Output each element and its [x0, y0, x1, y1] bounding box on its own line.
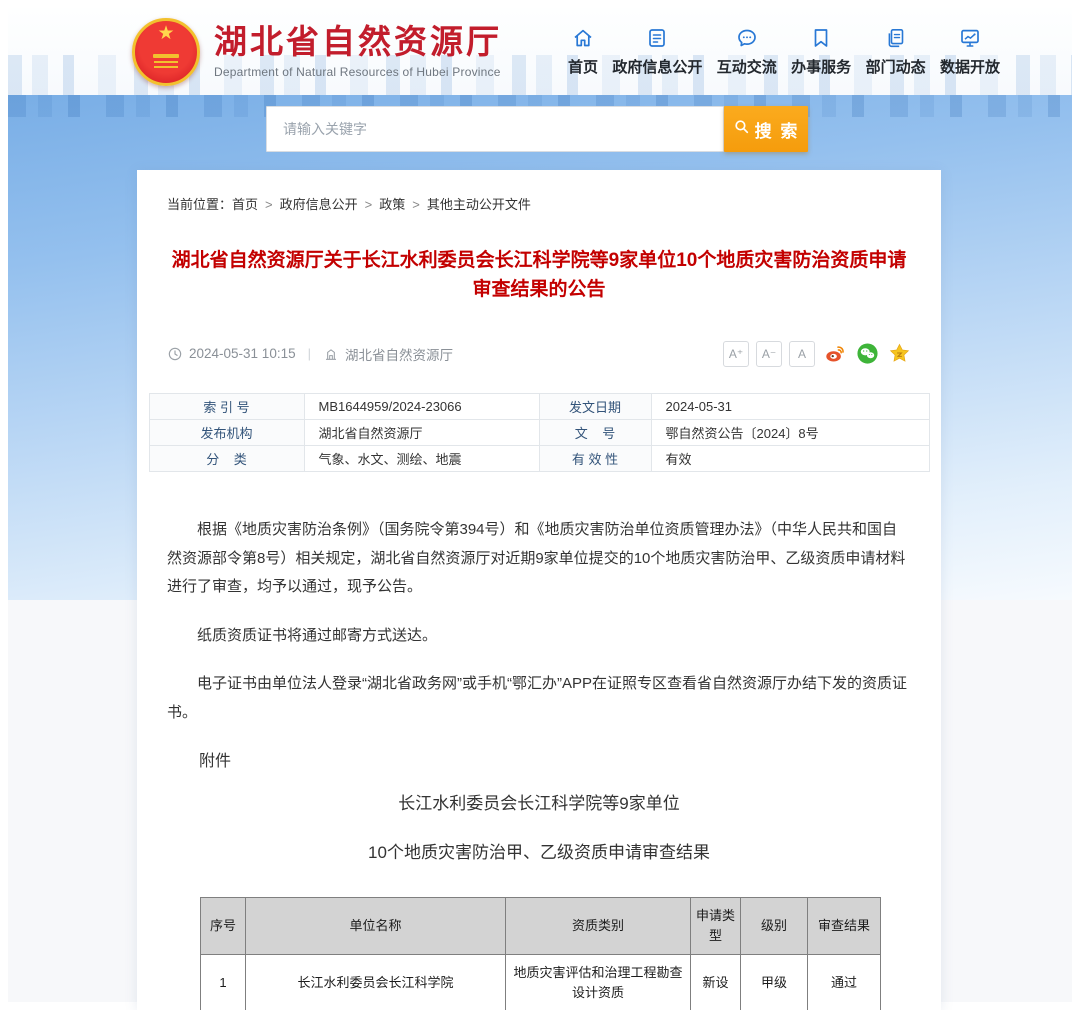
search-button[interactable]: 搜 索	[724, 106, 808, 152]
body-paragraph-2: 电子证书由单位法人登录“湖北省政务网”或手机“鄂汇办”APP在证照专区查看省自然…	[167, 670, 911, 727]
breadcrumb-link-0[interactable]: 首页	[232, 197, 258, 212]
attachment-title-line2: 10个地质灾害防治甲、乙级资质申请审查结果	[137, 838, 941, 863]
doc-info-label: 分 类	[149, 446, 304, 472]
article-meta: 2024-05-31 10:15 | 湖北省自然资源厅 A⁺ A⁻ A	[167, 340, 911, 367]
font-size-button-2[interactable]: A	[789, 341, 815, 367]
site-subtitle: Department of Natural Resources of Hubei…	[214, 65, 502, 79]
article-body: 根据《地质灾害防治条例》（国务院令第394号）和《地质灾害防治单位资质管理办法》…	[137, 472, 941, 727]
clock-icon	[167, 346, 183, 362]
doc-info-value: 鄂自然资公告〔2024〕8号	[651, 420, 929, 446]
results-table: 序号单位名称资质类别申请类型级别审查结果 1长江水利委员会长江科学院地质灾害评估…	[200, 897, 881, 1010]
main-nav: 首页政府信息公开互动交流办事服务部门动态数据开放	[568, 26, 1000, 77]
attachment-title-line1: 长江水利委员会长江科学院等9家单位	[137, 789, 941, 814]
doc-info-label: 发布机构	[149, 420, 304, 446]
nav-item-label: 数据开放	[940, 56, 1000, 77]
breadcrumb-prefix: 当前位置：	[167, 197, 232, 212]
pages-icon	[884, 26, 908, 50]
nav-item-5[interactable]: 数据开放	[940, 26, 1000, 77]
font-size-button-1[interactable]: A⁻	[756, 341, 782, 367]
doc-info-value: MB1644959/2024-23066	[304, 394, 539, 420]
breadcrumb-link-2[interactable]: 政策	[379, 197, 405, 212]
doc-info-label: 发文日期	[539, 394, 651, 420]
qzone-star-icon[interactable]	[888, 342, 911, 365]
results-header-cell: 审查结果	[808, 898, 881, 955]
page: { "header": { "site_title": "湖北省自然资源厅", …	[0, 0, 1080, 1010]
search-icon	[733, 118, 750, 140]
doc-info-value: 有效	[651, 446, 929, 472]
nav-item-1[interactable]: 政府信息公开	[612, 26, 702, 77]
breadcrumb-separator: >	[265, 197, 273, 212]
breadcrumb: 当前位置：首页 > 政府信息公开 > 政策 > 其他主动公开文件	[137, 170, 941, 213]
content-card: 当前位置：首页 > 政府信息公开 > 政策 > 其他主动公开文件 湖北省自然资源厅关于长江水…	[137, 170, 941, 1010]
nav-item-label: 部门动态	[866, 56, 926, 77]
breadcrumb-link-3[interactable]: 其他主动公开文件	[427, 197, 531, 212]
nav-item-label: 办事服务	[791, 56, 851, 77]
breadcrumb-link-1[interactable]: 政府信息公开	[280, 197, 358, 212]
doc-info-row: 发布机构湖北省自然资源厅文 号鄂自然资公告〔2024〕8号	[149, 420, 929, 446]
article-source: 湖北省自然资源厅	[345, 344, 453, 364]
national-emblem-logo[interactable]: ★	[132, 18, 200, 86]
data-screen-icon	[958, 26, 982, 50]
results-header-cell: 资质类别	[506, 898, 691, 955]
results-header-row: 序号单位名称资质类别申请类型级别审查结果	[201, 898, 881, 955]
results-header-cell: 序号	[201, 898, 246, 955]
results-cell: 长江水利委员会长江科学院	[246, 955, 506, 1010]
doc-info-row: 分 类气象、水文、测绘、地震有 效 性有效	[149, 446, 929, 472]
chat-icon	[735, 26, 759, 50]
nav-item-3[interactable]: 办事服务	[791, 26, 851, 77]
body-paragraph-1: 纸质资质证书将通过邮寄方式送达。	[167, 622, 911, 651]
nav-item-2[interactable]: 互动交流	[717, 26, 777, 77]
bookmark-icon	[809, 26, 833, 50]
home-icon	[571, 26, 595, 50]
search-bar: 搜 索	[266, 106, 808, 152]
publish-time: 2024-05-31 10:15	[189, 346, 296, 361]
breadcrumb-separator: >	[365, 197, 373, 212]
nav-item-label: 互动交流	[717, 56, 777, 77]
results-cell: 新设	[691, 955, 741, 1010]
results-header-cell: 单位名称	[246, 898, 506, 955]
font-size-button-0[interactable]: A⁺	[723, 341, 749, 367]
emblem-gate-icon	[153, 54, 179, 58]
document-icon	[645, 26, 669, 50]
nav-item-label: 政府信息公开	[612, 56, 702, 77]
results-header-cell: 申请类型	[691, 898, 741, 955]
weibo-icon[interactable]	[824, 342, 847, 365]
nav-item-4[interactable]: 部门动态	[866, 26, 926, 77]
results-header-cell: 级别	[741, 898, 808, 955]
meta-divider: |	[308, 346, 311, 361]
doc-info-value: 湖北省自然资源厅	[304, 420, 539, 446]
nav-item-label: 首页	[568, 56, 598, 77]
results-cell: 地质灾害评估和治理工程勘查设计资质	[506, 955, 691, 1010]
source-building-icon	[323, 346, 339, 362]
table-row-1: 1长江水利委员会长江科学院地质灾害评估和治理工程勘查设计资质新设甲级通过	[201, 955, 881, 1010]
site-header: ★ 湖北省自然资源厅 Department of Natural Resourc…	[8, 8, 1072, 95]
nav-item-0[interactable]: 首页	[568, 26, 598, 77]
article-title: 湖北省自然资源厅关于长江水利委员会长江科学院等9家单位10个地质灾害防治资质申请…	[165, 247, 913, 304]
breadcrumb-separator: >	[412, 197, 420, 212]
emblem-star-icon: ★	[135, 24, 197, 43]
results-cell: 甲级	[741, 955, 808, 1010]
results-cell: 1	[201, 955, 246, 1010]
wechat-icon[interactable]	[856, 342, 879, 365]
site-title: 湖北省自然资源厅	[214, 24, 502, 60]
search-button-label: 搜 索	[755, 117, 800, 142]
results-cell: 通过	[808, 955, 881, 1010]
doc-info-value: 2024-05-31	[651, 394, 929, 420]
search-input[interactable]	[266, 106, 724, 152]
doc-info-value: 气象、水文、测绘、地震	[304, 446, 539, 472]
doc-info-label: 文 号	[539, 420, 651, 446]
doc-info-table: 索 引 号MB1644959/2024-23066发文日期2024-05-31发…	[149, 393, 930, 472]
body-paragraph-0: 根据《地质灾害防治条例》（国务院令第394号）和《地质灾害防治单位资质管理办法》…	[167, 516, 911, 602]
attachment-label: 附件	[199, 747, 941, 771]
doc-info-row: 索 引 号MB1644959/2024-23066发文日期2024-05-31	[149, 394, 929, 420]
doc-info-label: 有 效 性	[539, 446, 651, 472]
doc-info-label: 索 引 号	[149, 394, 304, 420]
